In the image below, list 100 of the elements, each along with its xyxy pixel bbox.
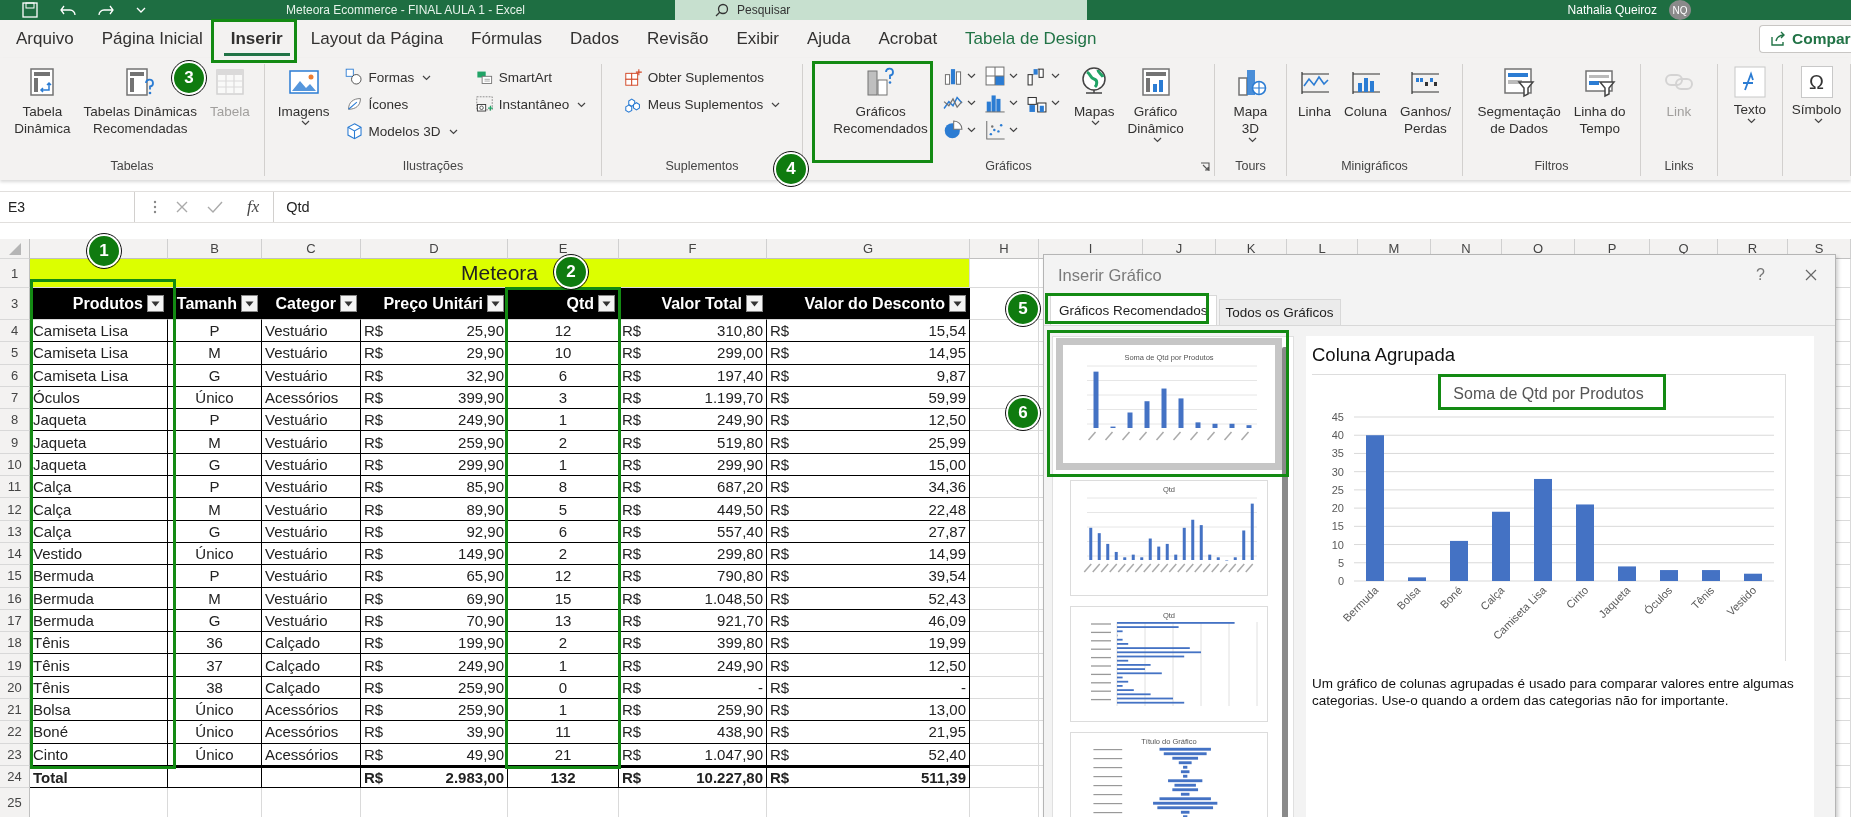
chart-bar — [1195, 422, 1201, 428]
axis-tick-label: 5 — [1337, 556, 1344, 569]
column-letter[interactable]: K — [1246, 241, 1256, 256]
currency-symbol: R$ — [364, 678, 384, 696]
ribbon-button[interactable]: Gráficos Recomendados — [829, 64, 932, 139]
column-letter[interactable]: I — [1088, 241, 1093, 256]
ribbon-tab[interactable]: Ajuda — [800, 26, 858, 56]
column-letter[interactable]: S — [1814, 241, 1824, 256]
ribbon-button[interactable]: SmartArt — [472, 66, 589, 89]
column-letter[interactable]: E — [558, 241, 568, 256]
currency-symbol: R$ — [622, 634, 642, 652]
ribbon-button[interactable]: Linha do Tempo — [1569, 64, 1630, 139]
table-cell: Bermuda — [33, 567, 94, 585]
column-letter[interactable]: P — [1607, 241, 1617, 256]
dialog-launcher-icon[interactable] — [1200, 162, 1210, 172]
column-letter[interactable]: H — [999, 241, 1009, 256]
column-letter[interactable]: B — [210, 241, 219, 256]
ribbon-button[interactable]: Imagens — [273, 64, 334, 128]
user-name[interactable]: Nathalia Queiroz — [1567, 3, 1657, 17]
caret-down-icon — [491, 300, 500, 307]
filter-button[interactable] — [949, 295, 966, 312]
filter-button[interactable] — [487, 295, 504, 312]
ribbon-button[interactable]: Linha — [1294, 64, 1336, 122]
column-letter[interactable]: O — [1532, 241, 1544, 256]
axis-tick-label: 20 — [1331, 502, 1344, 515]
ribbon-tab[interactable]: Acrobat — [871, 26, 945, 56]
table-cell: P — [209, 322, 220, 340]
ribbon-button[interactable]: Tabela Dinâmica — [10, 64, 75, 139]
ribbon-button[interactable]: Gráfico Dinâmico — [1123, 64, 1188, 145]
ribbon-button[interactable]: Ganhos/ Perdas — [1395, 64, 1455, 139]
column-letter[interactable]: L — [1318, 241, 1326, 256]
currency-symbol: R$ — [622, 678, 642, 696]
chart-type-button[interactable] — [982, 64, 1019, 88]
ribbon-tab[interactable]: Revisão — [640, 26, 716, 56]
ribbon-button[interactable]: Formas — [342, 66, 460, 89]
group-label: Suplementos — [665, 159, 739, 173]
share-icon — [1770, 31, 1786, 47]
table-cell: Calça — [33, 522, 72, 540]
ribbon-button[interactable]: Obter Suplementos — [621, 66, 783, 89]
ribbon-button[interactable]: Instantâneo — [472, 93, 589, 116]
ribbon-button[interactable]: Segmentação de Dados — [1473, 64, 1565, 139]
save-icon[interactable] — [22, 2, 38, 18]
filter-button[interactable] — [598, 295, 615, 312]
caret-down-icon — [750, 300, 759, 307]
currency-symbol: R$ — [770, 634, 790, 652]
formula-field[interactable]: Qtd — [273, 192, 1851, 222]
filter-button[interactable] — [746, 295, 763, 312]
ribbon-tab[interactable]: Fórmulas — [464, 26, 549, 56]
insert-function-button[interactable]: fx — [247, 197, 260, 217]
column-letter[interactable]: R — [1747, 241, 1758, 256]
scroll-bar[interactable] — [1282, 347, 1288, 817]
table-cell: Vestuário — [265, 344, 328, 362]
ribbon-tab[interactable]: Exibir — [729, 26, 787, 56]
row-number[interactable]: 7 — [10, 390, 19, 406]
column-letter[interactable]: G — [862, 241, 874, 256]
ribbon-tab[interactable]: Página Inicial — [94, 26, 210, 56]
caret-down-icon — [344, 300, 353, 307]
currency-symbol: R$ — [364, 322, 384, 340]
help-button[interactable]: ? — [1756, 266, 1765, 284]
search-field[interactable]: Pesquisar — [674, 0, 1087, 20]
chevron-down-icon[interactable] — [136, 6, 146, 14]
ribbon-button[interactable]: Ω Símbolo — [1787, 64, 1846, 126]
column-letter[interactable]: M — [1388, 241, 1400, 256]
column-letter[interactable]: N — [1461, 241, 1471, 256]
ribbon-tab[interactable]: Arquivo — [9, 26, 81, 56]
dialog-tab[interactable]: Todos os Gráficos — [1218, 299, 1341, 325]
column-letter[interactable]: F — [688, 241, 697, 256]
share-button[interactable]: Compar — [1759, 25, 1851, 53]
row-number[interactable]: 3 — [10, 296, 19, 311]
ribbon-tab[interactable]: Layout da Página — [303, 26, 451, 56]
ribbon-button[interactable]: Meus Suplementos — [621, 93, 783, 116]
table-cell: Tênis — [33, 634, 70, 652]
name-box[interactable]: E3 — [0, 192, 135, 222]
currency-symbol: R$ — [622, 500, 642, 518]
ribbon-button[interactable]: Modelos 3D — [342, 120, 460, 143]
ribbon-button[interactable]: Texto — [1729, 64, 1771, 126]
filter-button[interactable] — [241, 295, 258, 312]
close-icon[interactable] — [1805, 269, 1817, 281]
ribbon-tab[interactable]: Dados — [562, 26, 627, 56]
label-stub — [1090, 698, 1112, 701]
amount-value: - — [961, 678, 966, 696]
column-letter[interactable]: D — [429, 241, 439, 256]
chevron-down-icon — [1050, 100, 1060, 106]
filter-button[interactable] — [340, 295, 357, 312]
currency-symbol: R$ — [622, 769, 642, 787]
ribbon-button[interactable]: Coluna — [1340, 64, 1391, 122]
currency-symbol: R$ — [770, 411, 790, 429]
check-icon[interactable] — [207, 200, 223, 214]
column-letter[interactable]: C — [306, 241, 316, 256]
ribbon-button[interactable]: Ícones — [342, 93, 460, 116]
row-number[interactable]: 1 — [10, 265, 19, 281]
filter-button[interactable] — [147, 295, 164, 312]
chart-bar — [1618, 566, 1636, 581]
ribbon-button[interactable]: Mapa 3D — [1229, 64, 1272, 145]
amount-value: 249,90 — [458, 656, 504, 674]
column-letter[interactable]: J — [1175, 241, 1183, 256]
ribbon-button[interactable]: Mapas — [1069, 64, 1119, 128]
ribbon-tab[interactable]: Tabela de Design — [958, 26, 1104, 56]
axis-tick-label: 30 — [1331, 465, 1344, 478]
table-cell: Vestuário — [265, 366, 328, 384]
